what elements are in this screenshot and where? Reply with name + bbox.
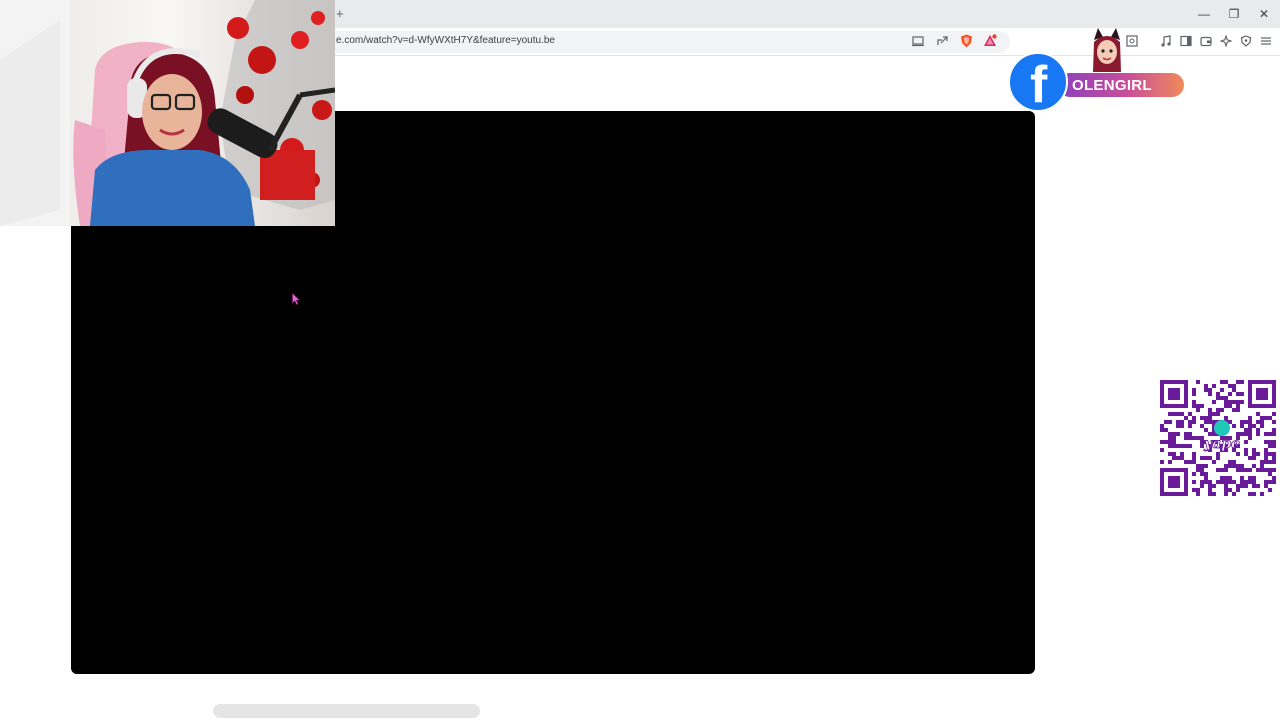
address-bar[interactable]: e.com/watch?v=d-WfyWXtH7Y&feature=youtu.… <box>320 31 1010 53</box>
brave-shield-icon[interactable] <box>958 33 974 49</box>
share-icon[interactable] <box>934 33 950 49</box>
brave-rewards-icon[interactable] <box>982 33 998 49</box>
close-window-button[interactable]: ✕ <box>1256 6 1272 22</box>
screen: + — ❐ ✕ e.com/watch?v=d-WfyWXtH7Y&featur… <box>0 0 1280 720</box>
webcam-overlay <box>0 0 335 226</box>
yape-logo-text: yape <box>1203 436 1240 452</box>
loading-placeholder <box>213 704 480 718</box>
facebook-name-pill: OLENGIRL <box>1058 73 1184 97</box>
facebook-icon: f <box>1008 52 1068 112</box>
wallet-icon[interactable] <box>1198 33 1214 49</box>
qr-code-image: yape <box>1160 380 1280 498</box>
menu-icon[interactable] <box>1258 33 1274 49</box>
facebook-username: OLENGIRL <box>1072 77 1152 94</box>
streamer-webcam-image <box>0 0 335 226</box>
url-text[interactable]: e.com/watch?v=d-WfyWXtH7Y&feature=youtu.… <box>336 35 555 46</box>
new-tab-button[interactable]: + <box>336 6 344 22</box>
minimize-button[interactable]: — <box>1196 6 1212 22</box>
mouse-cursor-icon <box>292 292 301 310</box>
cast-icon[interactable] <box>910 33 926 49</box>
vpn-icon[interactable] <box>1238 33 1254 49</box>
facebook-badge: OLENGIRL f <box>1008 28 1186 112</box>
avatar <box>1090 28 1124 76</box>
restore-button[interactable]: ❐ <box>1226 6 1242 22</box>
leo-ai-icon[interactable] <box>1218 33 1234 49</box>
yape-qr-code: yape <box>1160 380 1280 498</box>
